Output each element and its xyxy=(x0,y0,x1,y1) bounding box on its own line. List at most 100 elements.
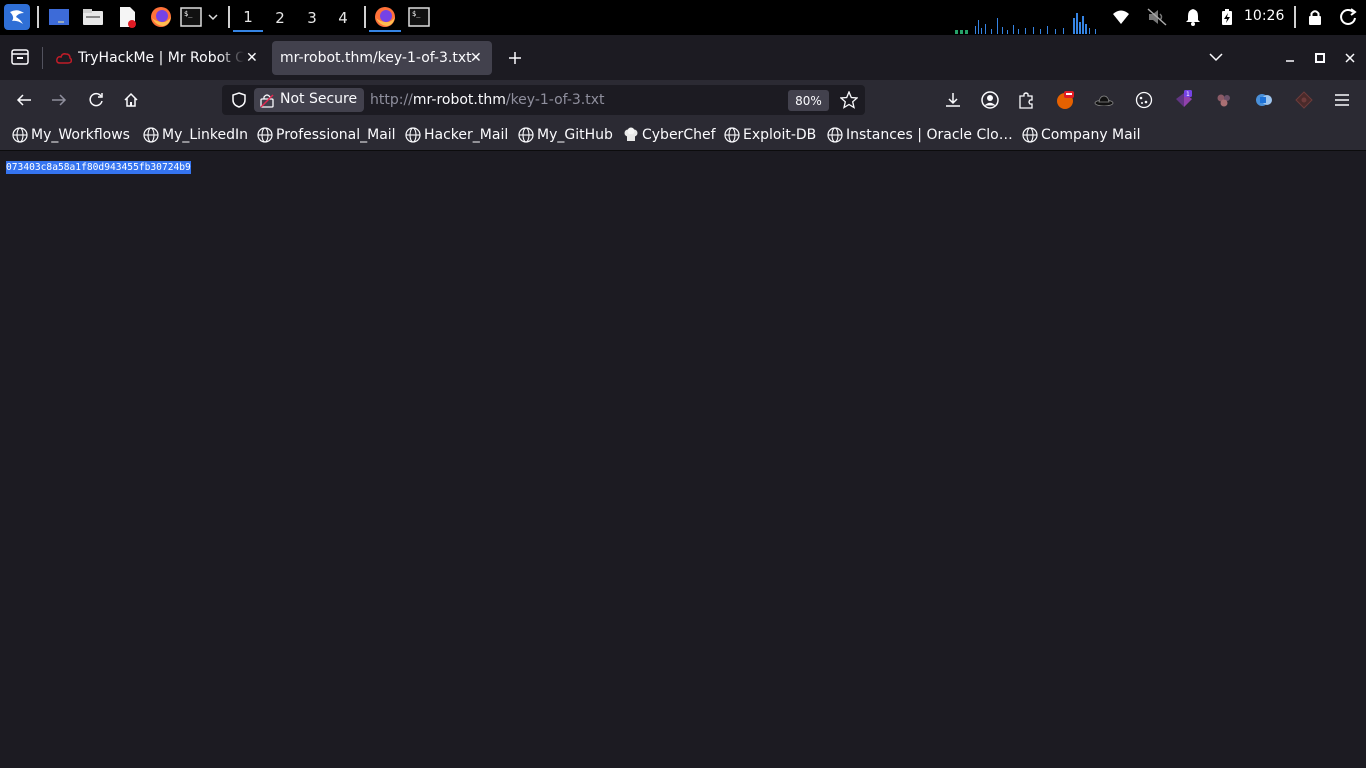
list-all-tabs-chevron-icon[interactable] xyxy=(1204,45,1228,69)
show-desktop-icon[interactable] xyxy=(47,4,71,30)
taskbar-separator xyxy=(228,6,230,28)
security-label: Not Secure xyxy=(280,91,358,107)
tab-title: TryHackMe | Mr Robot CTF xyxy=(78,50,244,66)
bookmark-label: Exploit-DB xyxy=(743,127,817,143)
kali-menu-icon[interactable] xyxy=(4,4,30,30)
globe-icon xyxy=(405,127,421,143)
firefox-view-icon[interactable] xyxy=(8,45,32,69)
firefox-window-button[interactable] xyxy=(369,4,401,32)
text-editor-icon[interactable] xyxy=(116,4,138,30)
page-content: 073403c8a58a1f80d943455fb30724b9 xyxy=(0,151,1366,768)
downloads-icon[interactable] xyxy=(943,90,963,110)
bookmark-company-mail[interactable]: Company Mail xyxy=(1022,127,1141,143)
bookmark-star-icon[interactable] xyxy=(837,88,861,112)
workspace-1[interactable]: 1 xyxy=(233,4,263,32)
bookmarks-toolbar: My_Workflows My_LinkedIn Professional_Ma… xyxy=(0,120,1366,151)
bookmark-label: My_LinkedIn xyxy=(162,127,249,143)
terminal-launcher-icon[interactable]: $_ xyxy=(180,4,202,30)
back-arrow-icon[interactable] xyxy=(12,88,36,112)
tab-title: mr-robot.thm/key-1-of-3.txt xyxy=(280,50,472,66)
url-host: mr-robot.thm xyxy=(412,92,506,108)
globe-icon xyxy=(724,127,740,143)
cookie-editor-icon[interactable] xyxy=(1134,90,1154,110)
browser-tab-strip: TryHackMe | Mr Robot CTF ✕ mr-robot.thm/… xyxy=(0,35,1366,80)
notifications-bell-icon[interactable] xyxy=(1183,7,1203,27)
site-security-button[interactable]: Not Secure xyxy=(254,88,364,112)
zoom-level-button[interactable]: 80% xyxy=(788,90,829,111)
hamburger-menu-icon[interactable] xyxy=(1332,90,1352,110)
wifi-icon[interactable] xyxy=(1111,7,1131,27)
battery-charging-icon[interactable] xyxy=(1217,7,1237,27)
bookmark-professional-mail[interactable]: Professional_Mail xyxy=(257,127,396,143)
svg-text:$_: $_ xyxy=(412,10,421,18)
svg-text:1: 1 xyxy=(1186,91,1190,98)
browser-navigation-bar: Not Secure http://mr-robot.thm/key-1-of-… xyxy=(0,80,1366,120)
terminal-window-button[interactable]: $_ xyxy=(406,4,432,30)
tab-divider xyxy=(42,47,43,69)
bookmark-label: Hacker_Mail xyxy=(424,127,509,143)
address-bar[interactable]: Not Secure http://mr-robot.thm/key-1-of-… xyxy=(222,85,865,115)
dots-extension-icon[interactable] xyxy=(1214,90,1234,110)
url-text[interactable]: http://mr-robot.thm/key-1-of-3.txt xyxy=(370,92,605,108)
bookmark-hacker-mail[interactable]: Hacker_Mail xyxy=(405,127,508,143)
firefox-launcher-icon[interactable] xyxy=(149,4,173,30)
os-taskbar: $_ 1 2 3 4 $_ 10:26 xyxy=(0,0,1366,35)
bookmark-exploit-db[interactable]: Exploit-DB xyxy=(724,127,816,143)
diamond-extension-icon[interactable] xyxy=(1294,90,1314,110)
taskbar-separator xyxy=(37,6,39,28)
workspace-2[interactable]: 2 xyxy=(265,4,295,32)
taskbar-separator xyxy=(364,6,366,28)
tryhackme-favicon-icon xyxy=(56,51,72,65)
minimize-window-icon[interactable] xyxy=(1282,50,1298,66)
new-tab-icon[interactable] xyxy=(503,46,527,70)
bookmark-label: My_Workflows xyxy=(31,127,130,143)
taskbar-separator xyxy=(1294,6,1296,28)
url-path: /key-1-of-3.txt xyxy=(505,92,605,108)
bookmark-my-workflows[interactable]: My_Workflows xyxy=(12,127,130,143)
clock: 10:26 xyxy=(1244,8,1285,24)
url-scheme: http:// xyxy=(370,92,413,108)
hat-extension-icon[interactable] xyxy=(1094,90,1114,110)
bookmark-oracle-cloud[interactable]: Instances | Oracle Clo… xyxy=(827,127,1013,143)
chevron-down-icon[interactable] xyxy=(206,4,220,30)
home-icon[interactable] xyxy=(119,88,143,112)
bookmark-my-github[interactable]: My_GitHub xyxy=(518,127,613,143)
forward-arrow-icon[interactable] xyxy=(47,88,71,112)
selected-key-text[interactable]: 073403c8a58a1f80d943455fb30724b9 xyxy=(6,161,191,174)
tracking-protection-shield-icon[interactable] xyxy=(227,88,251,112)
extensions-puzzle-icon[interactable] xyxy=(1016,90,1036,110)
lock-screen-icon[interactable] xyxy=(1305,7,1325,27)
volume-muted-icon[interactable] xyxy=(1147,7,1167,27)
bookmark-label: CyberChef xyxy=(642,127,716,143)
network-monitor-graph xyxy=(955,13,1096,34)
globe-icon xyxy=(257,127,273,143)
tab-tryhackme[interactable]: TryHackMe | Mr Robot CTF ✕ xyxy=(50,41,265,75)
globe-icon xyxy=(518,127,534,143)
tab-key-file[interactable]: mr-robot.thm/key-1-of-3.txt ✕ xyxy=(272,41,492,75)
globe-icon xyxy=(12,127,28,143)
close-window-icon[interactable] xyxy=(1342,50,1358,66)
file-manager-icon[interactable] xyxy=(81,4,105,30)
bookmark-label: Professional_Mail xyxy=(276,127,396,143)
insecure-lock-icon xyxy=(260,92,274,108)
purple-shield-extension-icon[interactable]: 1 xyxy=(1174,90,1194,110)
burp-proxy-extension-icon[interactable] xyxy=(1055,90,1075,110)
logout-icon[interactable] xyxy=(1338,7,1358,27)
reload-icon[interactable] xyxy=(84,88,108,112)
chef-hat-icon xyxy=(623,127,639,143)
workspace-4[interactable]: 4 xyxy=(328,4,358,32)
account-icon[interactable] xyxy=(980,90,1000,110)
bookmark-label: My_GitHub xyxy=(537,127,613,143)
bookmark-cyberchef[interactable]: CyberChef xyxy=(623,127,716,143)
svg-text:$_: $_ xyxy=(184,10,193,18)
maximize-window-icon[interactable] xyxy=(1312,50,1328,66)
bookmark-label: Instances | Oracle Clo… xyxy=(846,127,1013,143)
close-tab-icon[interactable]: ✕ xyxy=(246,50,258,66)
wappalyzer-extension-icon[interactable] xyxy=(1254,90,1274,110)
globe-icon xyxy=(827,127,843,143)
close-tab-icon[interactable]: ✕ xyxy=(470,50,482,66)
workspace-3[interactable]: 3 xyxy=(297,4,327,32)
bookmark-label: Company Mail xyxy=(1041,127,1141,143)
bookmark-my-linkedin[interactable]: My_LinkedIn xyxy=(143,127,248,143)
globe-icon xyxy=(143,127,159,143)
